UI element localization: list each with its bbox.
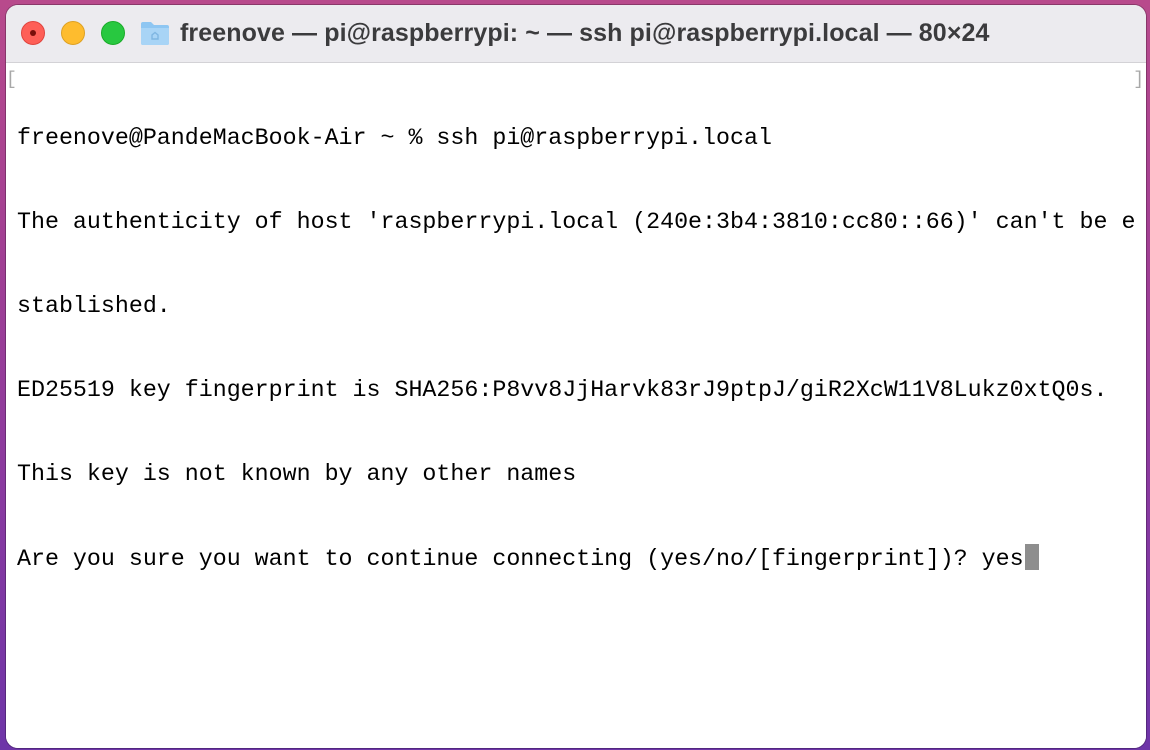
terminal-line: This key is not known by any other names xyxy=(17,461,577,487)
title-bar[interactable]: freenove — pi@raspberrypi: ~ — ssh pi@ra… xyxy=(6,5,1146,63)
close-icon xyxy=(30,30,36,36)
terminal-line: stablished. xyxy=(17,293,171,319)
terminal-line: ED25519 key fingerprint is SHA256:P8vv8J… xyxy=(17,377,1108,403)
window-title-area: freenove — pi@raspberrypi: ~ — ssh pi@ra… xyxy=(140,18,990,48)
terminal-window: freenove — pi@raspberrypi: ~ — ssh pi@ra… xyxy=(6,5,1146,748)
minimize-button[interactable] xyxy=(61,21,85,45)
zoom-button[interactable] xyxy=(101,21,125,45)
terminal-output: freenove@PandeMacBook-Air ~ % ssh pi@ras… xyxy=(17,68,1135,628)
terminal-line: The authenticity of host 'raspberrypi.lo… xyxy=(17,209,1136,235)
text-cursor xyxy=(1024,544,1039,570)
folder-icon xyxy=(141,22,169,45)
terminal-line: freenove@PandeMacBook-Air ~ % ssh pi@ras… xyxy=(17,125,772,151)
prompt-text: Are you sure you want to continue connec… xyxy=(17,546,1024,572)
close-button[interactable] xyxy=(21,21,45,45)
left-mark-bracket: [ xyxy=(6,70,17,90)
window-title: freenove — pi@raspberrypi: ~ — ssh pi@ra… xyxy=(180,18,990,47)
terminal-line-prompt: Are you sure you want to continue connec… xyxy=(17,544,1135,572)
terminal-content[interactable]: [ ] freenove@PandeMacBook-Air ~ % ssh pi… xyxy=(6,64,1146,748)
